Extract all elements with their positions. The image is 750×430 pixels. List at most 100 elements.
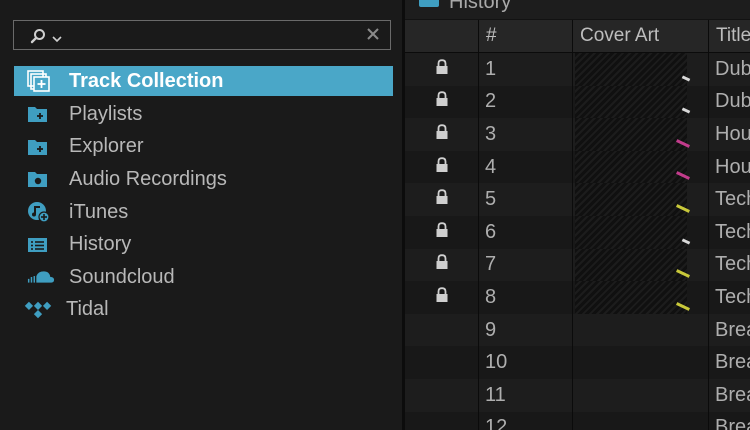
cover-art-cell[interactable]: [572, 118, 709, 151]
tree-item-itunes[interactable]: iTunes: [14, 196, 393, 229]
cover-art-cell[interactable]: [572, 215, 709, 249]
lock-icon: [435, 253, 449, 275]
browser-tree-panel: Track Collection Playlists Explorer Audi…: [0, 0, 402, 430]
search-box[interactable]: [13, 20, 391, 50]
lock-icon: [435, 90, 449, 112]
lock-cell[interactable]: [405, 378, 479, 412]
cover-art-image: [575, 150, 687, 184]
lock-cell[interactable]: [405, 52, 479, 86]
table-header-row: # Cover Art Title: [405, 20, 750, 53]
cover-art-cell[interactable]: [572, 411, 709, 430]
lock-icon: [435, 156, 449, 178]
tree-item-playlists[interactable]: Playlists: [14, 98, 393, 131]
table-row[interactable]: 7 Tech: [405, 248, 750, 282]
lock-cell[interactable]: [405, 215, 479, 249]
cover-art-image: [575, 248, 687, 282]
tree-item-audio-recordings[interactable]: Audio Recordings: [14, 163, 393, 196]
cover-art-cell[interactable]: [572, 52, 709, 86]
lock-cell[interactable]: [405, 248, 479, 282]
column-header-lock[interactable]: [405, 20, 479, 53]
audio-recordings-icon: [27, 168, 55, 190]
lock-cell[interactable]: [405, 411, 479, 430]
track-number: 8: [478, 281, 573, 314]
cover-art-cell[interactable]: [572, 248, 709, 282]
table-row[interactable]: 1 Dubs: [405, 52, 750, 86]
table-row[interactable]: 4 Hous: [405, 150, 750, 184]
track-title: Brea: [708, 378, 750, 412]
track-list-panel: History # Cover Art Title 1 Dubs 2 Dubs 3 Hou…: [405, 0, 750, 430]
table-row[interactable]: 3 Hous: [405, 118, 750, 151]
tree-item-label: Track Collection: [69, 69, 224, 92]
tree-item-label: Playlists: [69, 102, 143, 125]
lock-cell[interactable]: [405, 118, 479, 151]
cover-art-cell[interactable]: [572, 150, 709, 184]
track-number: 4: [478, 150, 573, 184]
track-title: Tech: [708, 183, 750, 216]
track-title: Tech: [708, 215, 750, 249]
track-title: Brea: [708, 411, 750, 430]
chevron-down-icon[interactable]: [52, 30, 62, 48]
tidal-icon: [24, 299, 52, 321]
cover-art-cell[interactable]: [572, 85, 709, 119]
lock-cell[interactable]: [405, 183, 479, 216]
track-number: 2: [478, 85, 573, 119]
cover-art-image: [575, 183, 687, 216]
table-row[interactable]: 9 Brea: [405, 313, 750, 347]
track-title: Tech: [708, 248, 750, 282]
cover-art-image: [575, 53, 687, 86]
tree-item-tidal[interactable]: Tidal: [14, 294, 393, 327]
lock-cell[interactable]: [405, 281, 479, 314]
track-title: Dubs: [708, 85, 750, 119]
lock-cell[interactable]: [405, 150, 479, 184]
table-row[interactable]: 5 Tech: [405, 183, 750, 216]
tree-item-label: iTunes: [69, 200, 129, 223]
tree-item-label: History: [69, 233, 132, 256]
cover-art-cell[interactable]: [572, 313, 709, 347]
column-header-number[interactable]: #: [478, 20, 573, 53]
cover-art-cell[interactable]: [572, 281, 709, 314]
column-header-title[interactable]: Title: [708, 20, 750, 53]
itunes-icon: [27, 201, 55, 223]
tree-item-explorer[interactable]: Explorer: [14, 131, 393, 164]
clear-search-icon[interactable]: [366, 27, 380, 46]
table-row[interactable]: 2 Dubs: [405, 85, 750, 119]
cover-art-image: [575, 85, 687, 119]
lock-icon: [435, 286, 449, 308]
soundcloud-icon: [27, 266, 55, 288]
history-icon: [27, 234, 55, 256]
tree-item-label: Explorer: [69, 135, 144, 158]
track-title: Brea: [708, 313, 750, 347]
cover-art-cell[interactable]: [572, 346, 709, 379]
playlists-folder-icon: [27, 103, 55, 125]
explorer-folder-icon: [27, 136, 55, 158]
cover-art-cell[interactable]: [572, 378, 709, 412]
track-title: Dubs: [708, 52, 750, 86]
panel-title: History: [449, 0, 512, 13]
tree-item-soundcloud[interactable]: Soundcloud: [14, 261, 393, 294]
table-row[interactable]: 8 Tech: [405, 281, 750, 314]
track-number: 3: [478, 118, 573, 151]
column-header-cover-art[interactable]: Cover Art: [572, 20, 709, 53]
cover-art-image: [575, 118, 687, 151]
lock-icon: [435, 188, 449, 210]
cover-art-image: [575, 215, 687, 249]
tree-item-track-collection[interactable]: Track Collection: [14, 66, 393, 96]
search-icon[interactable]: [30, 28, 46, 49]
table-row[interactable]: 12 Brea: [405, 411, 750, 430]
lock-cell[interactable]: [405, 85, 479, 119]
browser-tree: Track Collection Playlists Explorer Audi…: [14, 66, 393, 326]
lock-cell[interactable]: [405, 313, 479, 347]
track-number: 1: [478, 52, 573, 86]
cover-art-cell[interactable]: [572, 183, 709, 216]
table-row[interactable]: 11 Brea: [405, 378, 750, 412]
lock-icon: [435, 123, 449, 145]
tree-item-history[interactable]: History: [14, 228, 393, 261]
lock-cell[interactable]: [405, 346, 479, 379]
track-title: Hous: [708, 118, 750, 151]
track-number: 7: [478, 248, 573, 282]
track-table: # Cover Art Title 1 Dubs 2 Dubs 3 Hous 4 Hous 5 T…: [405, 20, 750, 430]
table-row[interactable]: 6 Tech: [405, 215, 750, 249]
track-number: 5: [478, 183, 573, 216]
table-row[interactable]: 10 Brea: [405, 346, 750, 379]
track-number: 11: [478, 378, 573, 412]
